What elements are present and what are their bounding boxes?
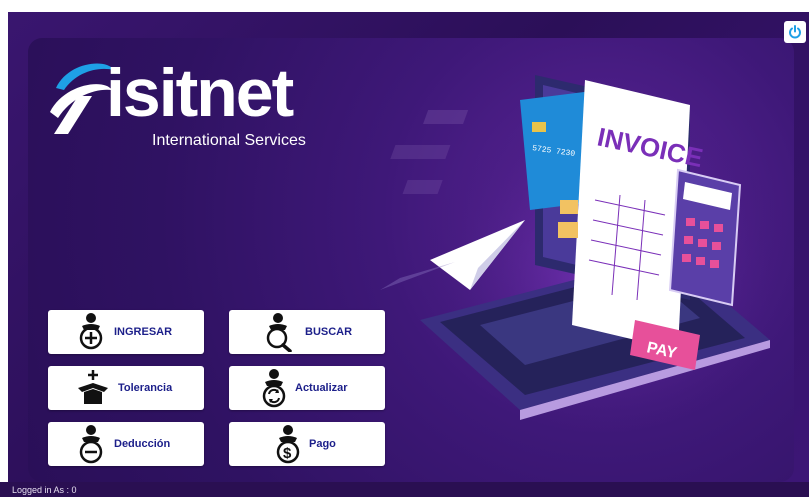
left-border bbox=[0, 12, 8, 482]
ingresar-label: INGRESAR bbox=[114, 326, 173, 338]
user-search-icon bbox=[266, 313, 292, 352]
power-icon bbox=[789, 25, 801, 39]
power-button[interactable] bbox=[784, 21, 806, 43]
ingresar-button[interactable]: INGRESAR bbox=[48, 310, 204, 354]
user-minus-icon bbox=[79, 425, 103, 464]
actualizar-button[interactable]: Actualizar bbox=[229, 366, 385, 410]
user-add-icon bbox=[79, 313, 103, 350]
logo-wordmark: isitnet bbox=[106, 55, 294, 131]
invoice-laptop-illustration: 5725 7230 INVOICE PAY bbox=[380, 75, 790, 430]
actualizar-label: Actualizar bbox=[295, 382, 348, 394]
pago-button[interactable]: $ Pago bbox=[229, 422, 385, 466]
user-refresh-icon bbox=[262, 369, 286, 408]
tolerancia-label: Tolerancia bbox=[118, 382, 173, 394]
pago-label: Pago bbox=[309, 438, 336, 450]
top-border bbox=[0, 0, 809, 12]
deduccion-label: Deducción bbox=[114, 438, 171, 450]
buscar-button[interactable]: BUSCAR bbox=[229, 310, 385, 354]
svg-text:$: $ bbox=[283, 445, 292, 462]
tolerancia-button[interactable]: Tolerancia bbox=[48, 366, 204, 410]
buscar-label: BUSCAR bbox=[305, 326, 353, 338]
logged-in-status: Logged in As : 0 bbox=[12, 485, 77, 495]
logo-tagline: International Services bbox=[152, 132, 306, 149]
box-plus-icon bbox=[78, 370, 108, 404]
brand-logo: isitnet International Services bbox=[48, 55, 308, 155]
deduccion-button[interactable]: Deducción bbox=[48, 422, 204, 466]
status-bar bbox=[0, 482, 809, 497]
user-dollar-icon: $ bbox=[276, 425, 300, 464]
app-window: isitnet International Services 5725 7230 bbox=[0, 0, 809, 497]
